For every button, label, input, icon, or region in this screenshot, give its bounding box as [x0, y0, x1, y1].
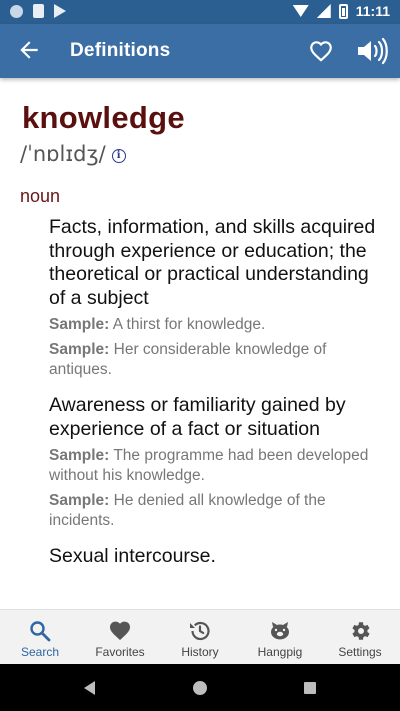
definition-item: Awareness or familiarity gained by exper… — [49, 394, 379, 531]
sample-sentence: Sample: He denied all knowledge of the i… — [49, 491, 379, 531]
definition-list: Facts, information, and skills acquired … — [49, 216, 379, 583]
nav-label: Favorites — [95, 645, 145, 659]
pronunciation-row: /ˈnɒlɪdʒ/ i — [20, 142, 126, 166]
nav-label: History — [181, 645, 219, 659]
back-arrow-icon[interactable] — [16, 37, 42, 63]
system-back-icon[interactable] — [84, 681, 95, 695]
system-navigation-bar — [0, 664, 400, 711]
nav-history[interactable]: History — [160, 610, 240, 664]
play-store-icon — [54, 4, 66, 18]
definition-item: Sexual intercourse. — [49, 545, 379, 569]
sample-sentence: Sample: The programme had been developed… — [49, 446, 379, 486]
sample-label: Sample: — [49, 492, 110, 509]
sample-sentence: Sample: A thirst for knowledge. — [49, 315, 379, 335]
sd-card-icon — [33, 4, 44, 18]
signal-icon — [316, 4, 331, 18]
sample-label: Sample: — [49, 341, 110, 358]
definition-content[interactable]: knowledge /ˈnɒlɪdʒ/ i noun Facts, inform… — [0, 78, 400, 609]
phonetic-transcription: /ˈnɒlɪdʒ/ — [20, 142, 106, 166]
definition-text: Sexual intercourse. — [49, 545, 216, 567]
sample-label: Sample: — [49, 316, 110, 333]
heart-icon — [110, 621, 130, 640]
status-time: 11:11 — [355, 3, 390, 19]
nav-label: Search — [20, 645, 60, 659]
page-title: Definitions — [70, 40, 171, 61]
system-home-icon[interactable] — [193, 681, 207, 695]
wifi-icon — [292, 5, 309, 17]
history-icon — [190, 621, 210, 641]
hangpig-icon — [271, 622, 289, 640]
definition-item: Facts, information, and skills acquired … — [49, 216, 379, 380]
search-icon — [30, 621, 51, 642]
part-of-speech: noun — [20, 186, 61, 206]
nav-search[interactable]: Search — [0, 610, 80, 664]
status-bar: 11:11 — [0, 0, 400, 24]
nav-favorites[interactable]: Favorites — [80, 610, 160, 664]
sample-label: Sample: — [49, 447, 110, 464]
notification-circle-icon — [10, 4, 23, 18]
nav-settings[interactable]: Settings — [320, 610, 400, 664]
nav-label: Settings — [338, 645, 382, 659]
headword: knowledge — [22, 100, 185, 135]
info-icon[interactable]: i — [111, 149, 126, 163]
speaker-icon[interactable] — [356, 37, 388, 65]
sample-sentence: Sample: Her considerable knowledge of an… — [49, 340, 379, 380]
battery-icon — [338, 3, 348, 19]
favorite-heart-icon[interactable] — [308, 38, 334, 64]
system-recents-icon[interactable] — [304, 682, 316, 694]
nav-label: Hangpig — [257, 645, 303, 659]
definition-text: Awareness or familiarity gained by exper… — [49, 394, 346, 440]
nav-hangpig[interactable]: Hangpig — [240, 610, 320, 664]
gear-icon — [352, 622, 370, 640]
app-bar: Definitions — [0, 24, 400, 78]
sample-text: A thirst for knowledge. — [112, 316, 266, 333]
bottom-navigation: Search Favorites History Hangpig Setting… — [0, 609, 400, 664]
definition-text: Facts, information, and skills acquired … — [49, 216, 376, 309]
